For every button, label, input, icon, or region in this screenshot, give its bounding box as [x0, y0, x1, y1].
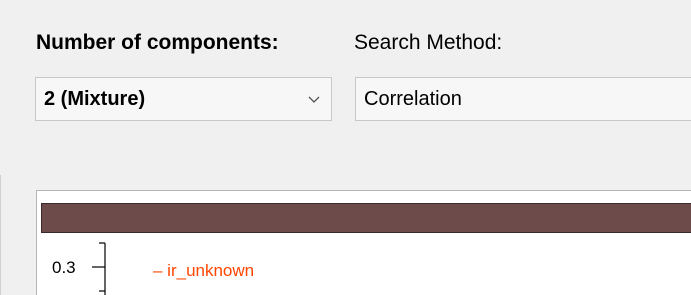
search-method-label: Search Method: — [354, 31, 503, 54]
spectrum-plot: 0.3 – ir_unknown — [36, 190, 691, 295]
chevron-down-icon — [308, 96, 320, 103]
panel-divider — [0, 175, 1, 295]
components-dropdown[interactable]: 2 (Mixture) — [35, 77, 332, 121]
components-dropdown-value: 2 (Mixture) — [44, 88, 146, 110]
search-method-dropdown-value: Correlation — [364, 88, 462, 110]
y-axis — [92, 242, 106, 295]
components-label: Number of components: — [36, 31, 279, 54]
legend-item: – ir_unknown — [153, 261, 255, 280]
y-tick-label: 0.3 — [52, 258, 76, 277]
search-method-dropdown[interactable]: Correlation — [355, 77, 691, 121]
component-search-panel: Number of components: Search Method: 2 (… — [0, 0, 691, 295]
